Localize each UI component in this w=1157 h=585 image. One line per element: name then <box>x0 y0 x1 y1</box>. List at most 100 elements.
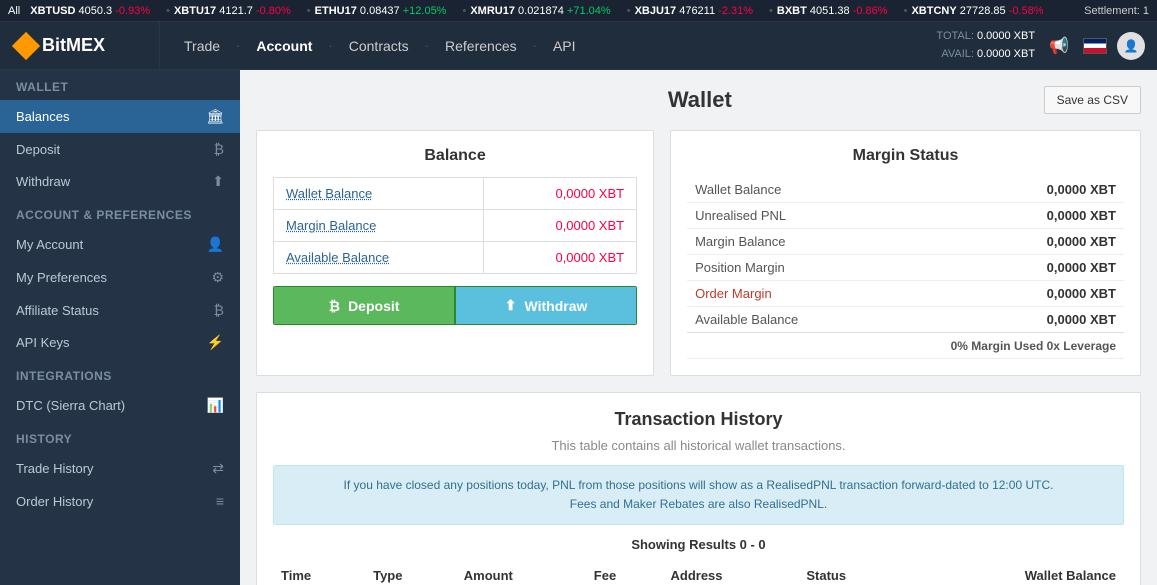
language-flag[interactable] <box>1083 38 1107 54</box>
tx-info-box: If you have closed any positions today, … <box>273 465 1124 525</box>
user-avatar[interactable]: 👤 <box>1117 32 1145 60</box>
affiliate-icon: ₿ <box>214 302 224 318</box>
table-row: Margin Balance 0,0000 XBT <box>274 210 637 242</box>
sidebar-trade-history-label: Trade History <box>16 461 94 476</box>
available-balance-label[interactable]: Available Balance <box>274 242 484 274</box>
ticker-all[interactable]: All <box>8 5 20 17</box>
sidebar-wallet-header: Wallet <box>0 70 240 100</box>
ticker-item-xbtusd[interactable]: XBTUSD 4050.3 -0.93% <box>30 5 150 17</box>
table-row: Available Balance 0,0000 XBT <box>274 242 637 274</box>
sidebar-deposit-label: Deposit <box>16 142 60 157</box>
margin-wallet-balance-label: Wallet Balance <box>687 177 942 203</box>
api-keys-icon: ⚡ <box>207 334 224 351</box>
withdraw-icon: ⬆ <box>212 173 224 190</box>
nav-references[interactable]: References <box>429 22 533 69</box>
nav-contracts[interactable]: Contracts <box>333 22 425 69</box>
sidebar-item-preferences[interactable]: My Preferences ⚙ <box>0 261 240 294</box>
margin-balance-label[interactable]: Margin Balance <box>274 210 484 242</box>
sidebar-item-dtc[interactable]: DTC (Sierra Chart) 📊 <box>0 389 240 422</box>
col-amount: Amount <box>456 562 586 585</box>
col-wallet-balance: Wallet Balance <box>910 562 1124 585</box>
ticker-item-ethu17[interactable]: ETHU17 0.08437 +12.05% <box>315 5 447 17</box>
transaction-section: Transaction History This table contains … <box>256 392 1141 585</box>
sidebar-my-account-label: My Account <box>16 237 83 252</box>
sidebar-item-api-keys[interactable]: API Keys ⚡ <box>0 326 240 359</box>
available-balance-label2: Available Balance <box>687 307 942 333</box>
sidebar-item-trade-history[interactable]: Trade History ⇄ <box>0 452 240 485</box>
col-type: Type <box>365 562 456 585</box>
tx-title: Transaction History <box>273 409 1124 430</box>
ticker-item-bxbt[interactable]: BXBT 4051.38 -0.86% <box>777 5 888 17</box>
nav-balance: TOTAL: 0.0000 XBT AVAIL: 0.0000 XBT <box>936 28 1035 63</box>
leverage-label: 0% Margin Used 0x Leverage <box>687 333 1124 359</box>
sidebar-order-history-label: Order History <box>16 494 93 509</box>
sidebar-item-order-history[interactable]: Order History ≡ <box>0 485 240 517</box>
ticker-item-xmru17[interactable]: XMRU17 0.021874 +71.04% <box>470 5 610 17</box>
order-history-icon: ≡ <box>216 493 224 509</box>
nav-links: Trade · Account · Contracts · References… <box>160 22 936 69</box>
logo[interactable]: BitMEX <box>0 22 160 69</box>
main-content: Wallet Save as CSV Balance Wallet Balanc… <box>240 70 1157 585</box>
sidebar-withdraw-label: Withdraw <box>16 174 70 189</box>
sidebar-item-deposit[interactable]: Deposit ₿ <box>0 133 240 165</box>
nav-api[interactable]: API <box>537 22 592 69</box>
top-nav: BitMEX Trade · Account · Contracts · Ref… <box>0 22 1157 70</box>
account-icon: 👤 <box>207 236 224 253</box>
ticker-item-xbtcny[interactable]: XBTCNY 27728.85 -0.58% <box>911 5 1043 17</box>
table-row: Margin Balance 0,0000 XBT <box>687 229 1124 255</box>
margin-balance-value2: 0,0000 XBT <box>942 229 1124 255</box>
sidebar-item-balances[interactable]: Balances 🏛 <box>0 100 240 133</box>
margin-section: Margin Status Wallet Balance 0,0000 XBT … <box>670 130 1141 376</box>
ticker-bar: All XBTUSD 4050.3 -0.93% • XBTU17 4121.7… <box>0 0 1157 22</box>
table-row: Position Margin 0,0000 XBT <box>687 255 1124 281</box>
sidebar-preferences-label: My Preferences <box>16 270 107 285</box>
tx-subtitle: This table contains all historical walle… <box>273 438 1124 453</box>
wallet-header: Wallet Save as CSV <box>256 86 1141 114</box>
wallet-title: Wallet <box>356 87 1044 113</box>
sidebar-item-my-account[interactable]: My Account 👤 <box>0 228 240 261</box>
deposit-button[interactable]: ₿ Deposit <box>274 287 454 324</box>
bitcoin-icon: ₿ <box>329 298 340 314</box>
sidebar-balances-label: Balances <box>16 109 69 124</box>
order-margin-value: 0,0000 XBT <box>942 281 1124 307</box>
withdraw-btn-icon: ⬆ <box>505 297 517 314</box>
position-margin-label: Position Margin <box>687 255 942 281</box>
nav-trade[interactable]: Trade <box>168 22 236 69</box>
sidebar-account-header: Account & Preferences <box>0 198 240 228</box>
tx-info-line2: Fees and Maker Rebates are also Realised… <box>290 495 1107 514</box>
available-balance-value: 0,0000 XBT <box>483 242 636 274</box>
available-balance-value2: 0,0000 XBT <box>942 307 1124 333</box>
sidebar-api-keys-label: API Keys <box>16 335 69 350</box>
col-time: Time <box>273 562 365 585</box>
table-row: Wallet Balance 0,0000 XBT <box>687 177 1124 203</box>
balance-title: Balance <box>273 147 637 165</box>
tx-table-header: Time Type Amount Fee Address Status Wall… <box>273 562 1124 585</box>
wallet-balance-label[interactable]: Wallet Balance <box>274 178 484 210</box>
sidebar-affiliate-label: Affiliate Status <box>16 303 99 318</box>
margin-table: Wallet Balance 0,0000 XBT Unrealised PNL… <box>687 177 1124 359</box>
unrealised-pnl-label: Unrealised PNL <box>687 203 942 229</box>
preferences-icon: ⚙ <box>211 269 224 286</box>
dtc-icon: 📊 <box>207 397 224 414</box>
action-buttons: ₿ Deposit ⬆ Withdraw <box>273 286 637 325</box>
sidebar-item-withdraw[interactable]: Withdraw ⬆ <box>0 165 240 198</box>
table-row: Order Margin 0,0000 XBT <box>687 281 1124 307</box>
save-csv-button[interactable]: Save as CSV <box>1044 86 1141 114</box>
ticker-item-xbtu17[interactable]: XBTU17 4121.7 -0.80% <box>174 5 291 17</box>
margin-balance-label2: Margin Balance <box>687 229 942 255</box>
nav-right: TOTAL: 0.0000 XBT AVAIL: 0.0000 XBT 📢 👤 <box>936 28 1157 63</box>
trade-history-icon: ⇄ <box>212 460 224 477</box>
sidebar-dtc-label: DTC (Sierra Chart) <box>16 398 125 413</box>
col-fee: Fee <box>586 562 663 585</box>
ticker-item-xbju17[interactable]: XBJU17 476211 -2.31% <box>635 5 753 17</box>
tx-results: Showing Results 0 - 0 <box>273 537 1124 552</box>
announcement-icon[interactable]: 📢 <box>1045 32 1073 60</box>
col-status: Status <box>798 562 909 585</box>
settlement-label: Settlement: 1 <box>1084 5 1149 17</box>
withdraw-button[interactable]: ⬆ Withdraw <box>456 287 636 324</box>
logo-text: BitMEX <box>16 35 105 56</box>
sidebar-integrations-header: Integrations <box>0 359 240 389</box>
unrealised-pnl-value: 0,0000 XBT <box>942 203 1124 229</box>
nav-account[interactable]: Account <box>240 22 328 69</box>
sidebar-item-affiliate[interactable]: Affiliate Status ₿ <box>0 294 240 326</box>
